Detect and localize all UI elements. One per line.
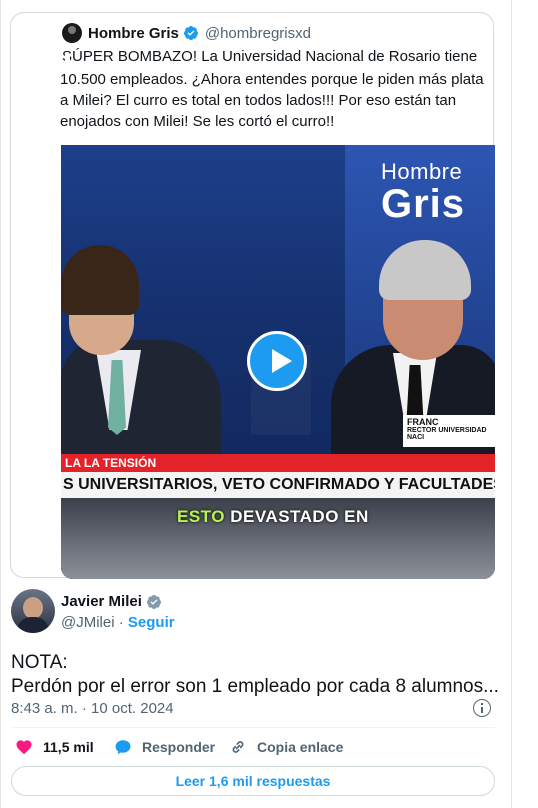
info-icon[interactable] bbox=[473, 699, 491, 717]
link-icon bbox=[232, 741, 244, 753]
reply-bubble-icon bbox=[115, 740, 131, 755]
play-button-icon[interactable] bbox=[247, 331, 307, 391]
read-replies-button[interactable]: Leer 1,6 mil respuestas bbox=[11, 766, 495, 796]
verified-badge-icon bbox=[183, 26, 198, 40]
brand-line-2: Gris bbox=[381, 182, 466, 226]
quoted-tweet-body: SÚPER BOMBAZO! La Universidad Nacional d… bbox=[60, 48, 484, 130]
quoted-author-avatar[interactable] bbox=[62, 23, 82, 43]
quoted-author-name[interactable]: Hombre Gris bbox=[88, 25, 179, 42]
tweet-text-line-2: Perdón por el error son 1 empleado por c… bbox=[11, 676, 499, 697]
video-subtitle: ESTO DEVASTADO EN bbox=[177, 507, 369, 527]
video-ticker-red: LA LA TENSIÓN bbox=[61, 454, 495, 472]
reply-label: Responder bbox=[142, 739, 216, 755]
subtitle-highlight: ESTO bbox=[177, 507, 225, 526]
name-tag-title: RECTOR UNIVERSIDAD NACI bbox=[407, 427, 487, 441]
tweet-text: NOTA: Perdón por el error son 1 empleado… bbox=[11, 651, 499, 699]
video-player[interactable]: Hombre Gris FRANC RECTOR UNIVERSIDAD NAC… bbox=[61, 145, 495, 579]
quoted-author-handle[interactable]: @hombregrisxd bbox=[205, 25, 311, 42]
verified-badge-icon bbox=[146, 594, 161, 609]
tweet-timestamp[interactable]: 8:43 a. m. · 10 oct. 2024 bbox=[11, 700, 174, 717]
video-person-left-hair bbox=[61, 245, 139, 315]
thread-left-border bbox=[0, 0, 1, 808]
video-brand-logo: Hombre Gris bbox=[381, 159, 466, 226]
tweet-text-line-1: NOTA: bbox=[11, 652, 68, 673]
author-handle[interactable]: @JMilei bbox=[61, 614, 115, 631]
reply-button[interactable]: Responder bbox=[114, 737, 215, 757]
follow-button[interactable]: Seguir bbox=[128, 614, 175, 631]
subtitle-rest: DEVASTADO EN bbox=[230, 507, 369, 526]
author-handle-row: @JMilei · Seguir bbox=[61, 614, 175, 631]
like-button[interactable]: 11,5 mil bbox=[15, 737, 94, 757]
thread-right-border bbox=[511, 0, 512, 808]
copy-link-button[interactable]: Copia enlace bbox=[229, 737, 343, 757]
quoted-tweet-text: SÚPER BOMBAZO! La Universidad Nacional d… bbox=[60, 46, 490, 135]
copy-link-label: Copia enlace bbox=[257, 739, 344, 755]
heart-icon bbox=[16, 740, 32, 755]
video-name-tag: FRANC RECTOR UNIVERSIDAD NACI bbox=[403, 415, 495, 447]
author-name-row: Javier Milei bbox=[61, 593, 168, 610]
author-avatar[interactable] bbox=[11, 589, 55, 633]
video-ticker-headline: S UNIVERSITARIOS, VETO CONFIRMADO Y FACU… bbox=[61, 472, 495, 498]
like-count: 11,5 mil bbox=[43, 739, 94, 755]
quoted-tweet-header: Hombre Gris @hombregrisxd bbox=[62, 22, 311, 44]
name-tag-name: FRANC bbox=[407, 417, 439, 427]
author-name[interactable]: Javier Milei bbox=[61, 593, 142, 610]
divider bbox=[11, 727, 495, 728]
handle-separator: · bbox=[118, 614, 124, 631]
